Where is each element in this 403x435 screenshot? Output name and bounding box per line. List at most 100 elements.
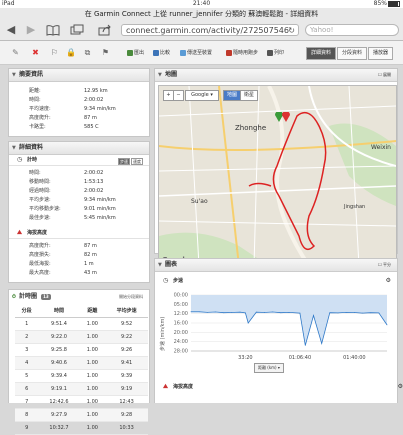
pace-chart[interactable]: 00:00 05:00 12:00 16:00 20:00 24:00 28:00 33:20… [155, 289, 399, 389]
collapse-icon[interactable]: ▼ [12, 142, 16, 154]
charts-header[interactable]: ▼ 圖表 ☐ 平分 [155, 259, 397, 272]
stat-row: 卡路里: 585 C [29, 124, 99, 130]
lap-count-badge: 13 [41, 294, 51, 300]
table-row[interactable]: 3 9:25.8 1.00 9:26 [15, 343, 148, 357]
speed-toggle[interactable]: 速度 [131, 158, 143, 165]
timing-section: ◷ 計時 步速 速度 [9, 155, 149, 166]
url-field[interactable]: connect.garmin.com/activity/272507546 ↻ [121, 24, 299, 36]
status-bar: iPad 21:40 85% [0, 0, 403, 8]
pace-point [288, 311, 290, 313]
x-axis-select[interactable]: 距離 (km) ▾ [254, 363, 284, 373]
col-header[interactable]: 平均步速 [105, 304, 148, 318]
reload-icon[interactable]: ↻ [288, 25, 295, 37]
charts-panel: ▼ 圖表 ☐ 平分 ◷ 步速 ⚙ 00:00 05:00 12:00 16:00 20:00… [154, 258, 403, 403]
pace-point [337, 312, 339, 314]
col-header[interactable]: 分段 [15, 304, 39, 318]
mountain-icon: ⛰ [163, 383, 169, 390]
stopwatch-icon: ⏱ [12, 294, 16, 300]
chart-settings-icon[interactable]: ⚙ [398, 382, 403, 392]
pace-point [198, 311, 200, 313]
battery-indicator: 85% [374, 0, 400, 8]
y-tick-label: 12:00 [174, 311, 188, 317]
zoom-out-button[interactable]: − [173, 90, 184, 101]
tab-details[interactable]: 詳細資料 [305, 47, 336, 60]
delete-icon[interactable]: ✖ [31, 48, 40, 57]
map-label: Weixin [371, 144, 391, 151]
satellite-button[interactable]: 衛星 [240, 90, 258, 101]
share-icon[interactable] [98, 24, 112, 36]
chart-settings-icon[interactable]: ⚙ [386, 276, 391, 286]
share-run-button[interactable]: 隨時用跑步 [226, 48, 258, 58]
x-tick-label: 01:40:00 [343, 355, 365, 361]
pace-series-line [191, 311, 388, 346]
pace-toggle[interactable]: 步速 [118, 158, 130, 165]
y-tick-label: 28:00 [174, 349, 188, 355]
lock-axis-toggle[interactable]: ☐ 平分 [378, 259, 391, 271]
stat-row: 經過時間: 2:00:02 [29, 188, 104, 194]
expand-map-toggle[interactable]: ☐ 展開 [378, 69, 391, 81]
col-header[interactable]: 距離 [79, 304, 106, 318]
forward-icon[interactable]: ▶ [24, 24, 38, 36]
compare-button[interactable]: 比較 [153, 48, 170, 58]
table-row[interactable]: 2 9:22.0 1.00 9:22 [15, 330, 148, 344]
stat-row: 平均速度: 9:34 min/km [29, 106, 116, 112]
col-header[interactable]: 時間 [38, 304, 80, 318]
table-row[interactable]: 7 12:42.6 1.00 12:43 [15, 395, 148, 409]
map-type-button[interactable]: 地圖 [223, 90, 241, 101]
stat-row: 高度爬升: 87 m [29, 243, 97, 249]
pace-point [304, 345, 306, 346]
splits-link[interactable]: 開始分段資料 [119, 290, 143, 304]
table-row[interactable]: 1 9:51.4 1.00 9:52 [15, 317, 148, 331]
table-row[interactable]: 9 10:32.7 1.00 10:33 [15, 421, 148, 435]
edit-icon[interactable]: ✎ [11, 48, 20, 57]
laps-header[interactable]: ⏱ 計時圈 13 開始分段資料 [9, 290, 149, 304]
search-input[interactable]: Yahoo! [305, 24, 399, 36]
table-row[interactable]: 8 9:27.9 1.00 9:28 [15, 408, 148, 422]
route-map[interactable]: + − Google ▾ 地圖 衛星 Zhonghe Su'ao Jingsha… [158, 85, 397, 267]
tag-icon[interactable]: ⚑ [101, 48, 110, 57]
details-header[interactable]: ▼ 詳細資料 [9, 142, 149, 155]
stat-row: 平均移動步速: 9:01 min/km [29, 206, 116, 212]
y-tick-label: 00:00 [174, 293, 188, 299]
copy-icon[interactable]: ⧉ [83, 48, 92, 57]
tab-player[interactable]: 播放器 [367, 47, 393, 60]
favorite-icon[interactable]: ⚐ [50, 48, 59, 57]
lock-icon[interactable]: 🔒 [66, 48, 76, 57]
collapse-icon[interactable]: ▼ [158, 259, 162, 271]
back-icon[interactable]: ◀ [4, 24, 18, 36]
stat-row: 距離: 12.95 km [29, 88, 108, 94]
view-tabs: 詳細資料 分段資料 播放器 [305, 47, 393, 60]
tab-splits[interactable]: 分段資料 [336, 47, 367, 60]
pace-point [370, 312, 372, 314]
pace-point [215, 311, 216, 313]
send-device-button[interactable]: 傳送至裝置 [180, 48, 212, 58]
y-axis-label: 步速 (min/km) [160, 316, 166, 351]
tabs-icon[interactable] [70, 24, 84, 36]
collapse-icon[interactable]: ▼ [158, 69, 162, 81]
pace-point [223, 312, 225, 314]
map-label: Su'ao [191, 198, 208, 205]
stat-row: 平均步速: 9:34 min/km [29, 197, 116, 203]
table-row[interactable]: 4 9:40.6 1.00 9:41 [15, 356, 148, 370]
map-panel: ▼ 地圖 ☐ 展開 + − Google ▾ 地圖 衛星 Zhonghe Su'a… [154, 68, 398, 267]
map-provider-select[interactable]: Google ▾ [185, 90, 219, 101]
bookmarks-icon[interactable] [46, 24, 60, 36]
print-button[interactable]: 列印 [267, 48, 284, 58]
table-row[interactable]: 5 9:39.4 1.00 9:39 [15, 369, 148, 383]
clock: 21:40 [192, 0, 211, 7]
export-button[interactable]: 匯出 [127, 48, 144, 58]
map-label: Jingshan [344, 204, 366, 210]
pace-point [272, 311, 274, 313]
overview-header[interactable]: ▼ 摘要資訊 [9, 69, 149, 82]
collapse-icon[interactable]: ▼ [12, 69, 16, 81]
x-tick-label: 33:20 [238, 355, 252, 361]
browser-navbar: ◀ ▶ connect.garmin.com/activity/27250754… [0, 20, 403, 41]
laps-panel: ⏱ 計時圈 13 開始分段資料 分段 時間 距離 平均步速 1 9:51.4 1.0… [8, 289, 150, 435]
stat-row: 最低海拔: 1 m [29, 261, 94, 267]
pace-point [345, 311, 347, 313]
stat-row: 時間: 2:00:02 [29, 170, 104, 176]
table-row[interactable]: 6 9:19.1 1.00 9:19 [15, 382, 148, 396]
pace-area [191, 295, 387, 346]
clock-icon: ◷ [17, 156, 23, 163]
map-header[interactable]: ▼ 地圖 ☐ 展開 [155, 69, 397, 82]
